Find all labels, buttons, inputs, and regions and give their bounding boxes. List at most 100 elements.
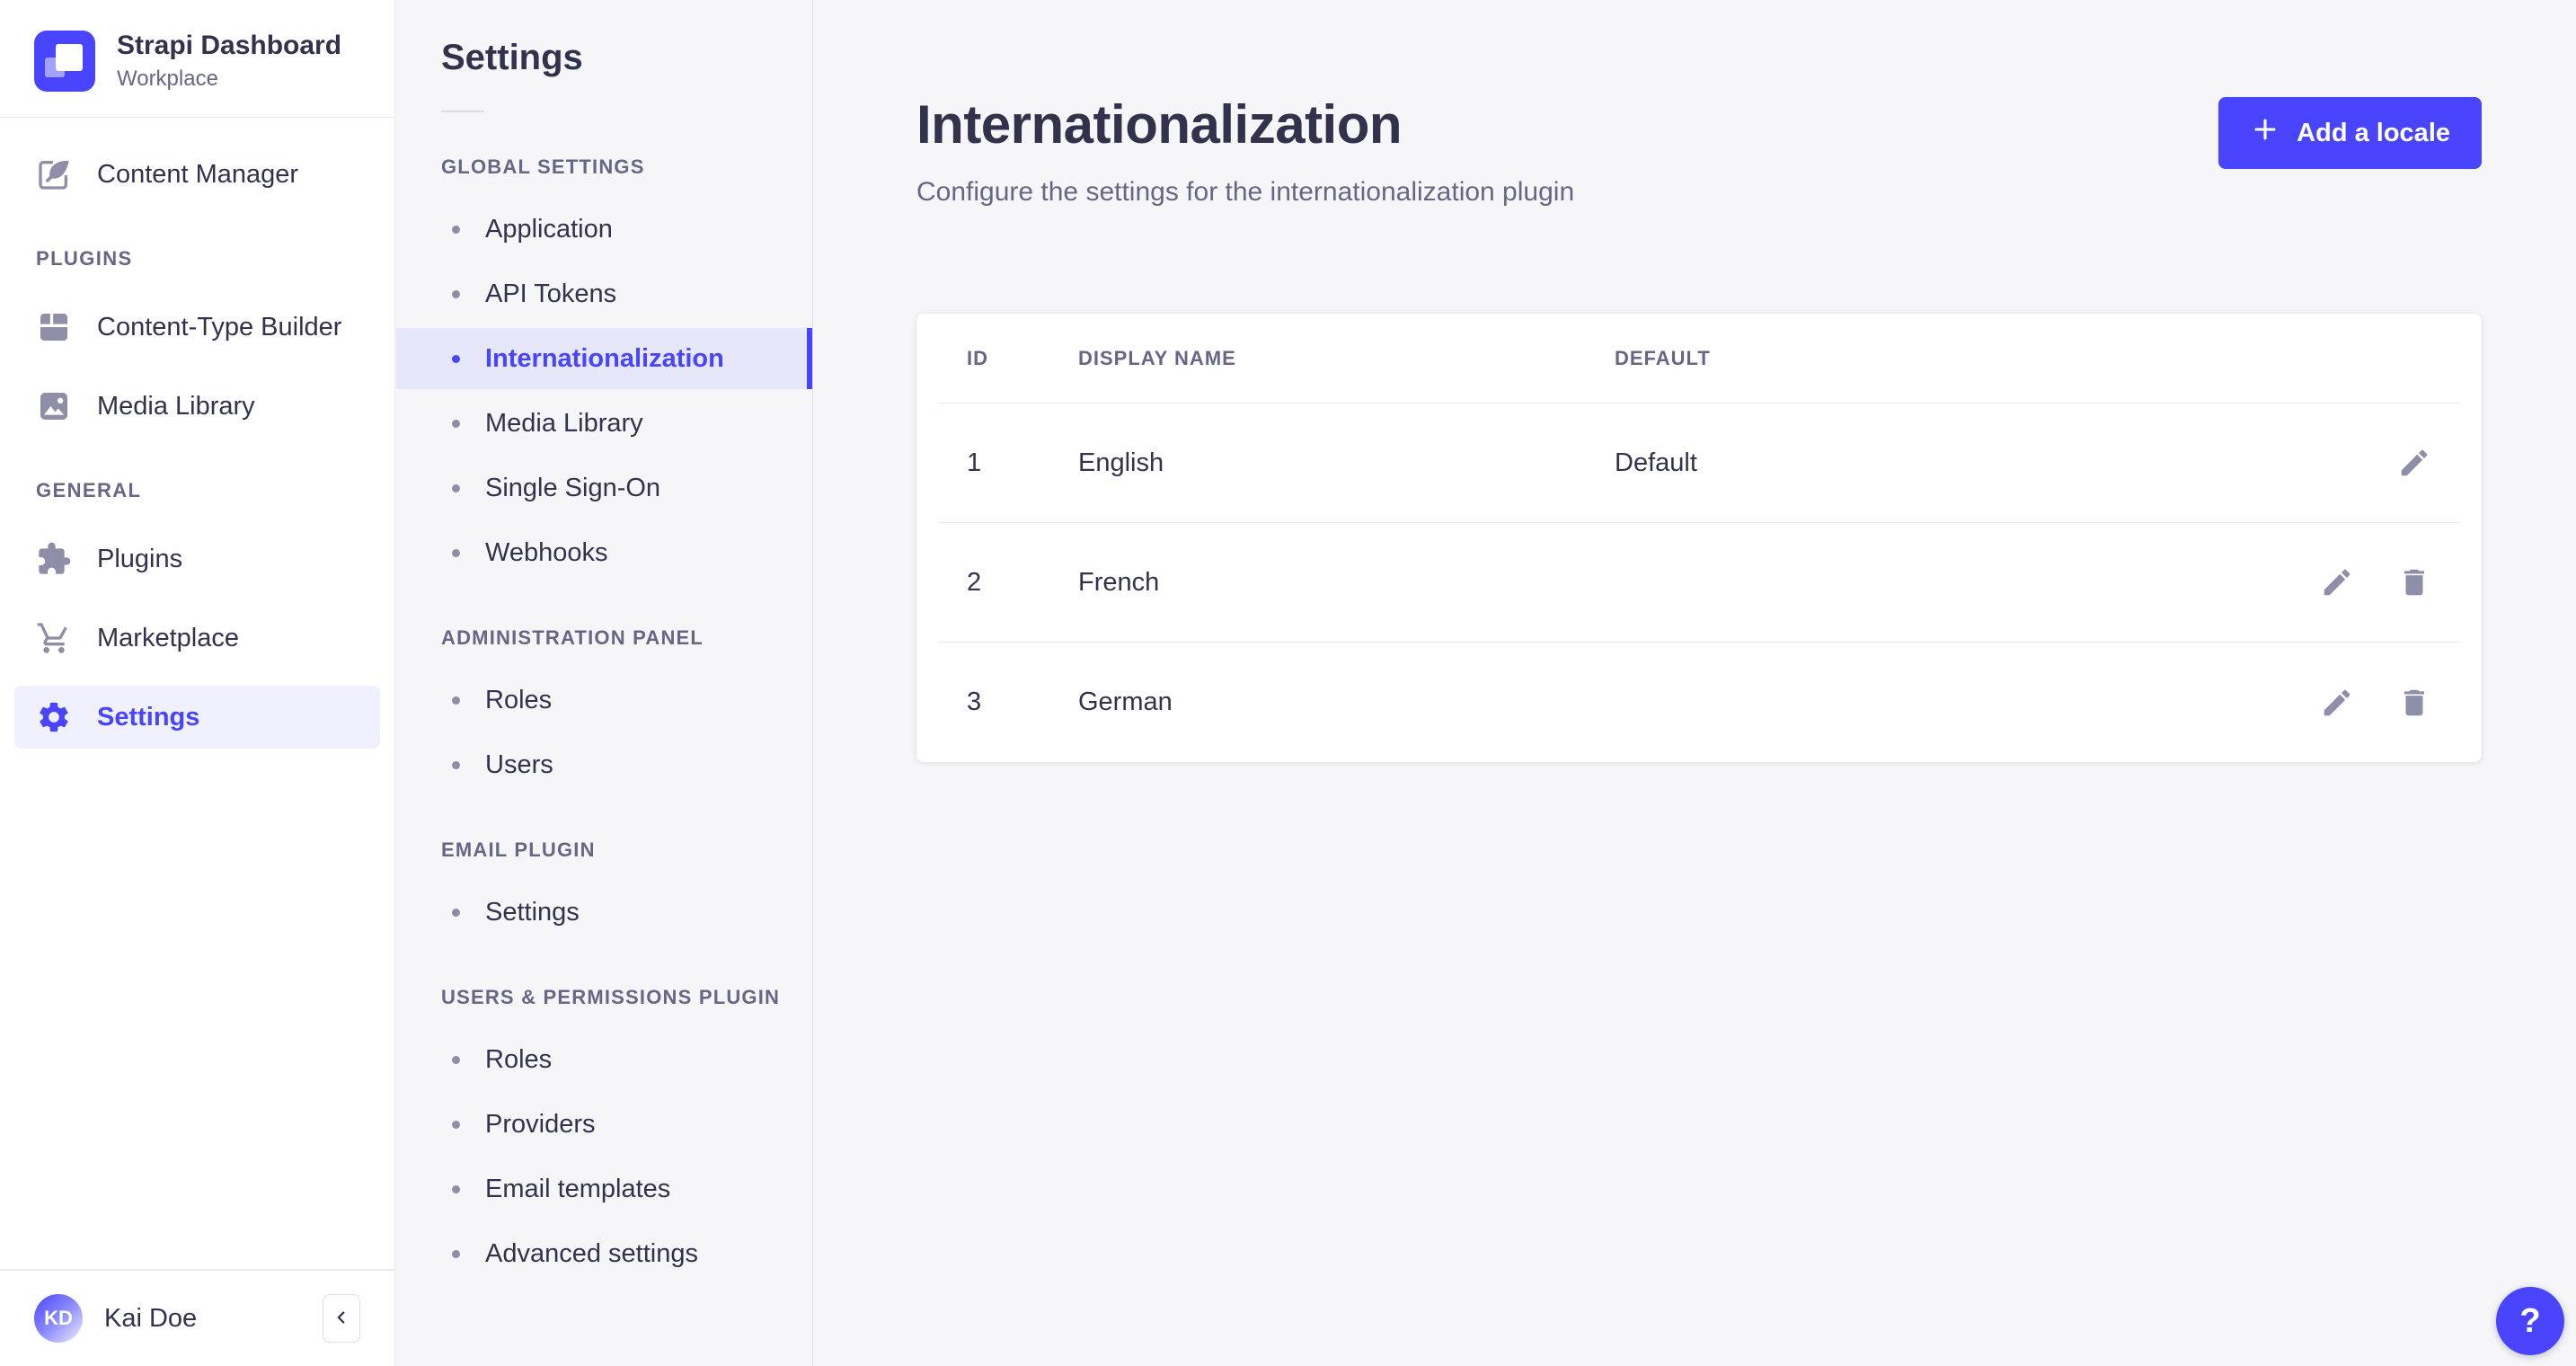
subnav-item-label: API Tokens [485, 279, 617, 308]
subnav-item-users[interactable]: Users [396, 734, 812, 795]
bullet-icon [452, 1055, 460, 1064]
bullet-icon [452, 696, 460, 705]
cell-display-name: English [1078, 448, 1164, 477]
subnav-item-media-library[interactable]: Media Library [396, 393, 812, 454]
sidebar-item-marketplace[interactable]: Marketplace [14, 607, 380, 670]
bullet-icon [452, 483, 460, 492]
subnav-title: Settings [441, 38, 583, 77]
locales-table-card: ID DISPLAY NAME DEFAULT 1 English Default 2 Fr… [916, 314, 2482, 762]
cell-id: 1 [967, 448, 982, 477]
bullet-icon [452, 419, 460, 428]
content-manager-icon [36, 156, 72, 192]
bullet-icon [452, 760, 460, 769]
add-locale-button[interactable]: Add a locale [2218, 97, 2482, 169]
delete-locale-button[interactable] [2397, 686, 2431, 720]
subnav-item-label: Media Library [485, 408, 643, 438]
plugins-icon [36, 541, 72, 577]
column-header-display-name: DISPLAY NAME [1078, 346, 1236, 369]
table-body: 1 English Default 2 French 3 German [916, 404, 2482, 762]
marketplace-icon [36, 620, 72, 656]
sidebar-item-label: Marketplace [97, 623, 239, 652]
question-mark-icon: ? [2519, 1301, 2541, 1340]
plus-icon [2250, 114, 2280, 152]
table-header-row: ID DISPLAY NAME DEFAULT [938, 314, 2460, 404]
sidebar-nav: Content Manager PLUGINS Content-Type Build… [0, 118, 394, 1269]
subnav-section-label-users-permissions-plugin: USERS & PERMISSIONS PLUGIN [441, 986, 781, 1008]
trash-icon [2397, 565, 2431, 599]
sidebar-section-label-plugins: PLUGINS [36, 247, 133, 270]
subnav-item-label: Application [485, 214, 613, 244]
subnav-item-label: Internationalization [485, 343, 724, 373]
subnav-item-internationalization[interactable]: Internationalization [396, 328, 812, 389]
help-button[interactable]: ? [2496, 1287, 2564, 1355]
pencil-icon [2320, 686, 2354, 720]
pencil-icon [2320, 565, 2354, 599]
subnav-item-label: Email templates [485, 1174, 671, 1203]
subnav-item-label: Roles [485, 1044, 553, 1074]
subnav-item-email-templates[interactable]: Email templates [396, 1158, 812, 1220]
table-row-locale-english: 1 English Default [938, 404, 2460, 523]
subnav-item-roles[interactable]: Roles [396, 1029, 812, 1090]
subnav-section-label-global-settings: GLOBAL SETTINGS [441, 155, 645, 178]
cell-display-name: French [1078, 567, 1160, 597]
app-title: Strapi Dashboard [117, 31, 342, 61]
add-locale-button-label: Add a locale [2297, 118, 2450, 147]
sidebar-item-label: Settings [97, 702, 200, 732]
sidebar-item-label: Content Manager [97, 159, 299, 189]
subnav-item-label: Advanced settings [485, 1238, 698, 1268]
subnav-item-settings[interactable]: Settings [396, 882, 812, 943]
subnav-item-api-tokens[interactable]: API Tokens [396, 263, 812, 324]
subnav-item-label: Single Sign-On [485, 473, 661, 502]
column-header-id: ID [967, 346, 988, 369]
subnav-item-single-sign-on[interactable]: Single Sign-On [396, 457, 812, 519]
page-header-text: Internationalization Configure the setti… [916, 93, 1574, 208]
subnav-sections: GLOBAL SETTINGS Application API Tokens Inte… [396, 155, 812, 1284]
subnav-item-label: Settings [485, 897, 580, 927]
subnav-section-label-email-plugin: EMAIL PLUGIN [441, 838, 596, 861]
subnav-item-webhooks[interactable]: Webhooks [396, 522, 812, 583]
sidebar-item-content-type-builder[interactable]: Content-Type Builder [14, 296, 380, 359]
sidebar-section-label-general: GENERAL [36, 479, 142, 501]
settings-subnav: Settings GLOBAL SETTINGS Application API T… [396, 0, 813, 1366]
subnav-item-roles[interactable]: Roles [396, 670, 812, 731]
user-name[interactable]: Kai Doe [104, 1304, 323, 1334]
workspace-header[interactable]: Strapi Dashboard Workplace [0, 0, 394, 117]
strapi-logo-icon [34, 31, 95, 92]
trash-icon [2397, 686, 2431, 720]
edit-locale-button[interactable] [2320, 565, 2354, 599]
chevron-left-icon [332, 1308, 351, 1330]
avatar[interactable]: KD [34, 1294, 83, 1343]
subnav-item-label: Users [485, 750, 553, 779]
sidebar-item-media-library[interactable]: Media Library [14, 375, 380, 438]
delete-locale-button[interactable] [2397, 565, 2431, 599]
page-title: Internationalization [916, 94, 1403, 155]
cell-actions [2232, 686, 2431, 720]
subnav-item-label: Providers [485, 1109, 596, 1139]
sidebar-collapse-button[interactable] [323, 1294, 360, 1343]
edit-locale-button[interactable] [2320, 686, 2354, 720]
sidebar-item-label: Plugins [97, 544, 183, 573]
strapi-logo-glyph [56, 44, 83, 71]
bullet-icon [452, 354, 460, 363]
edit-locale-button[interactable] [2397, 446, 2431, 480]
sidebar-item-plugins[interactable]: Plugins [14, 528, 380, 590]
table-row-locale-french: 2 French [938, 523, 2460, 643]
cell-id: 2 [967, 567, 982, 597]
subnav-item-application[interactable]: Application [396, 199, 812, 260]
settings-icon [36, 699, 72, 735]
sidebar-item-content-manager[interactable]: Content Manager [14, 143, 380, 206]
sidebar-item-settings[interactable]: Settings [14, 686, 380, 749]
main-sidebar: Strapi Dashboard Workplace Content Manag… [0, 0, 395, 1366]
workspace-titles: Strapi Dashboard Workplace [117, 31, 341, 92]
page-header: Internationalization Configure the setti… [916, 93, 2482, 208]
subnav-item-label: Webhooks [485, 537, 608, 567]
subnav-item-label: Roles [485, 685, 553, 714]
page-subtitle: Configure the settings for the internati… [916, 177, 1575, 207]
subnav-item-providers[interactable]: Providers [396, 1094, 812, 1155]
subnav-item-advanced-settings[interactable]: Advanced settings [396, 1223, 812, 1284]
sidebar-item-label: Content-Type Builder [97, 312, 342, 342]
content-type-builder-icon [36, 309, 72, 345]
bullet-icon [452, 1249, 460, 1258]
bullet-icon [452, 225, 460, 234]
bullet-icon [452, 1184, 460, 1193]
